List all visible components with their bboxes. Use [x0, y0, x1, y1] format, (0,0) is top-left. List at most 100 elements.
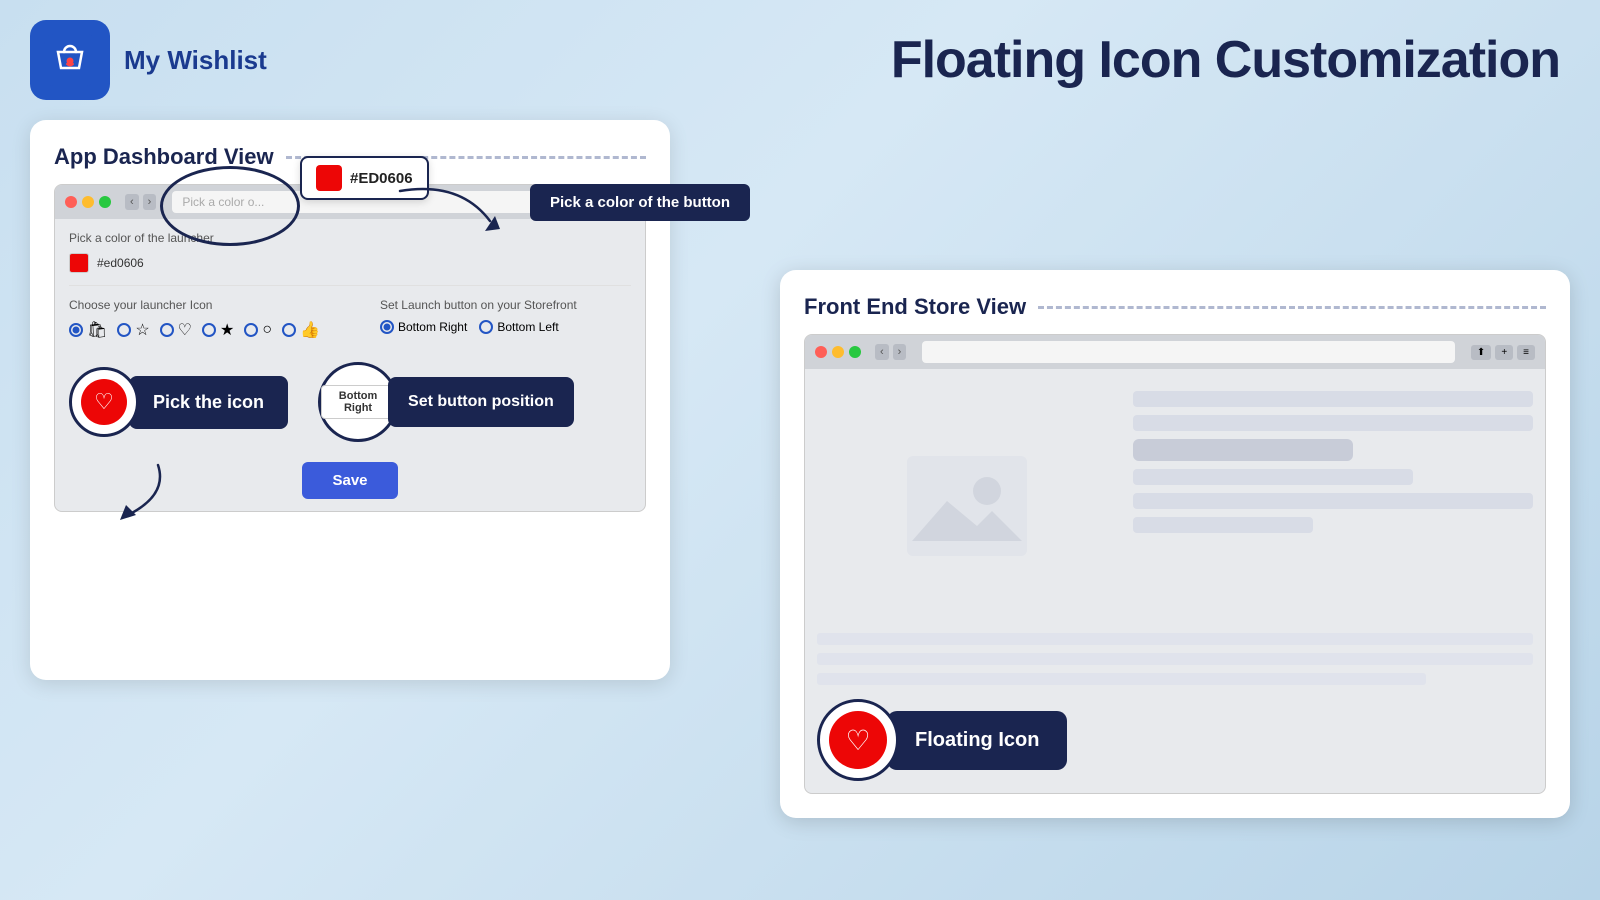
radio-bottom-left: [479, 320, 493, 334]
position-options: Bottom Right Bottom Left: [380, 320, 577, 334]
frontend-browser-mockup: ‹ › ⬆ + ≡: [804, 334, 1546, 794]
section-divider-1: [69, 285, 631, 286]
text-line-btn: [1133, 439, 1353, 461]
dashboard-panel: App Dashboard View ‹ › Pick a color o...…: [30, 120, 670, 680]
icon-symbol-star: ☆: [135, 320, 149, 340]
nav-forward[interactable]: ›: [143, 194, 157, 210]
icon-preview-inner: ♡: [81, 379, 127, 425]
position-section-label: Set Launch button on your Storefront: [380, 298, 577, 312]
color-hex-display: #ed0606: [97, 256, 144, 270]
dot-yellow[interactable]: [82, 196, 94, 208]
nav-back[interactable]: ‹: [125, 194, 139, 210]
store-product-rows: [817, 633, 1533, 685]
position-left-label: Bottom Left: [497, 320, 558, 334]
fe-dot-yellow[interactable]: [832, 346, 844, 358]
icon-symbol-bag: 🛍: [87, 320, 107, 340]
fe-nav-forward[interactable]: ›: [893, 344, 907, 360]
icon-preview-circle: ♡: [69, 367, 139, 437]
text-line-5: [1133, 517, 1313, 533]
fe-browser-bookmark[interactable]: +: [1495, 345, 1513, 360]
pick-icon-button[interactable]: Pick the icon: [129, 376, 288, 429]
color-label: Pick a color of the launcher: [69, 231, 214, 245]
logo-icon: [44, 34, 96, 86]
floating-icon-inner: ♡: [829, 711, 887, 769]
dashboard-browser-content: Pick a color of the launcher #ed0606 Cho…: [55, 219, 645, 511]
radio-2: [117, 323, 131, 337]
product-row-3: [817, 673, 1426, 685]
icon-section-label: Choose your launcher Icon: [69, 298, 320, 312]
logo-area: My Wishlist: [30, 20, 267, 100]
image-placeholder-icon: [907, 446, 1027, 566]
text-line-4: [1133, 493, 1533, 509]
color-picker-row: Pick a color of the launcher: [69, 231, 631, 245]
position-section: Set Launch button on your Storefront Bot…: [380, 298, 577, 346]
pick-icon-area: ♡ Pick the icon: [69, 367, 288, 437]
icon-radio-2[interactable]: ☆: [117, 320, 149, 340]
icon-section: Choose your launcher Icon 🛍 ☆: [69, 298, 320, 346]
set-position-area: Bottom Right Set button position: [318, 362, 574, 442]
dot-green[interactable]: [99, 196, 111, 208]
store-text-lines: [1133, 391, 1533, 621]
store-browser-content: ♡ Floating Icon: [805, 369, 1545, 793]
position-preview-text: Bottom Right: [321, 385, 395, 419]
icon-radio-heart-selected[interactable]: 🛍: [69, 320, 107, 340]
save-button[interactable]: Save: [302, 462, 397, 499]
frontend-browser-bar: ‹ › ⬆ + ≡: [805, 335, 1545, 369]
floating-icon-circle: ♡: [817, 699, 899, 781]
dashboard-browser-mockup: ‹ › Pick a color o... ⬆ + ≡ Pick a color…: [54, 184, 646, 512]
icon-radio-6[interactable]: 👍: [282, 320, 320, 340]
fe-dot-green[interactable]: [849, 346, 861, 358]
icon-symbol-heart: ♡: [178, 320, 192, 340]
position-bottom-right[interactable]: Bottom Right: [380, 320, 467, 334]
radio-4: [202, 323, 216, 337]
radio-6: [282, 323, 296, 337]
radio-3: [160, 323, 174, 337]
store-layout: [817, 391, 1533, 621]
fe-browser-nav: ‹ ›: [875, 344, 906, 360]
position-right-label: Bottom Right: [398, 320, 467, 334]
radio-bottom-right: [380, 320, 394, 334]
page-title: Floating Icon Customization: [891, 30, 1560, 90]
icon-radio-3[interactable]: ♡: [160, 320, 192, 340]
logo-box: [30, 20, 110, 100]
fe-browser-actions: ⬆ + ≡: [1471, 345, 1535, 360]
color-swatch[interactable]: [69, 253, 89, 273]
dashboard-panel-title: App Dashboard View: [54, 144, 646, 170]
browser-share[interactable]: ⬆: [571, 195, 591, 210]
set-position-button[interactable]: Set button position: [388, 377, 574, 427]
browser-bookmark[interactable]: +: [595, 195, 613, 210]
radio-selected: [69, 323, 83, 337]
radio-5: [244, 323, 258, 337]
icon-symbol-circle: ○: [262, 321, 272, 339]
callout-row: ♡ Pick the icon Bottom Right Set button …: [69, 362, 631, 442]
browser-dots: [65, 196, 111, 208]
text-line-3: [1133, 469, 1413, 485]
browser-menu[interactable]: ≡: [617, 195, 635, 210]
fe-nav-back[interactable]: ‹: [875, 344, 889, 360]
fe-browser-url-bar[interactable]: [922, 341, 1455, 363]
icon-position-row: Choose your launcher Icon 🛍 ☆: [69, 298, 631, 346]
main-content: App Dashboard View ‹ › Pick a color o...…: [0, 110, 1600, 690]
position-preview-circle: Bottom Right: [318, 362, 398, 442]
icon-radio-5[interactable]: ○: [244, 321, 272, 339]
text-line-2: [1133, 415, 1533, 431]
icon-radio-4[interactable]: ★: [202, 320, 234, 340]
frontend-dashed-line: [1038, 306, 1546, 309]
color-value-row: #ed0606: [69, 253, 631, 273]
position-bottom-left[interactable]: Bottom Left: [479, 320, 558, 334]
text-line-1: [1133, 391, 1533, 407]
dashed-line: [286, 156, 646, 159]
floating-icon-button[interactable]: Floating Icon: [887, 711, 1067, 770]
fe-browser-menu[interactable]: ≡: [1517, 345, 1535, 360]
icon-options: 🛍 ☆ ♡ ★: [69, 320, 320, 340]
dot-red[interactable]: [65, 196, 77, 208]
app-name: My Wishlist: [124, 45, 267, 76]
store-image-placeholder: [817, 391, 1117, 621]
icon-symbol-thumb: 👍: [300, 320, 320, 340]
browser-nav: ‹ ›: [125, 194, 156, 210]
browser-url-bar[interactable]: Pick a color o...: [172, 191, 555, 213]
fe-browser-share[interactable]: ⬆: [1471, 345, 1491, 360]
fe-dot-red[interactable]: [815, 346, 827, 358]
browser-actions: ⬆ + ≡: [571, 195, 635, 210]
frontend-panel-title: Front End Store View: [804, 294, 1546, 320]
